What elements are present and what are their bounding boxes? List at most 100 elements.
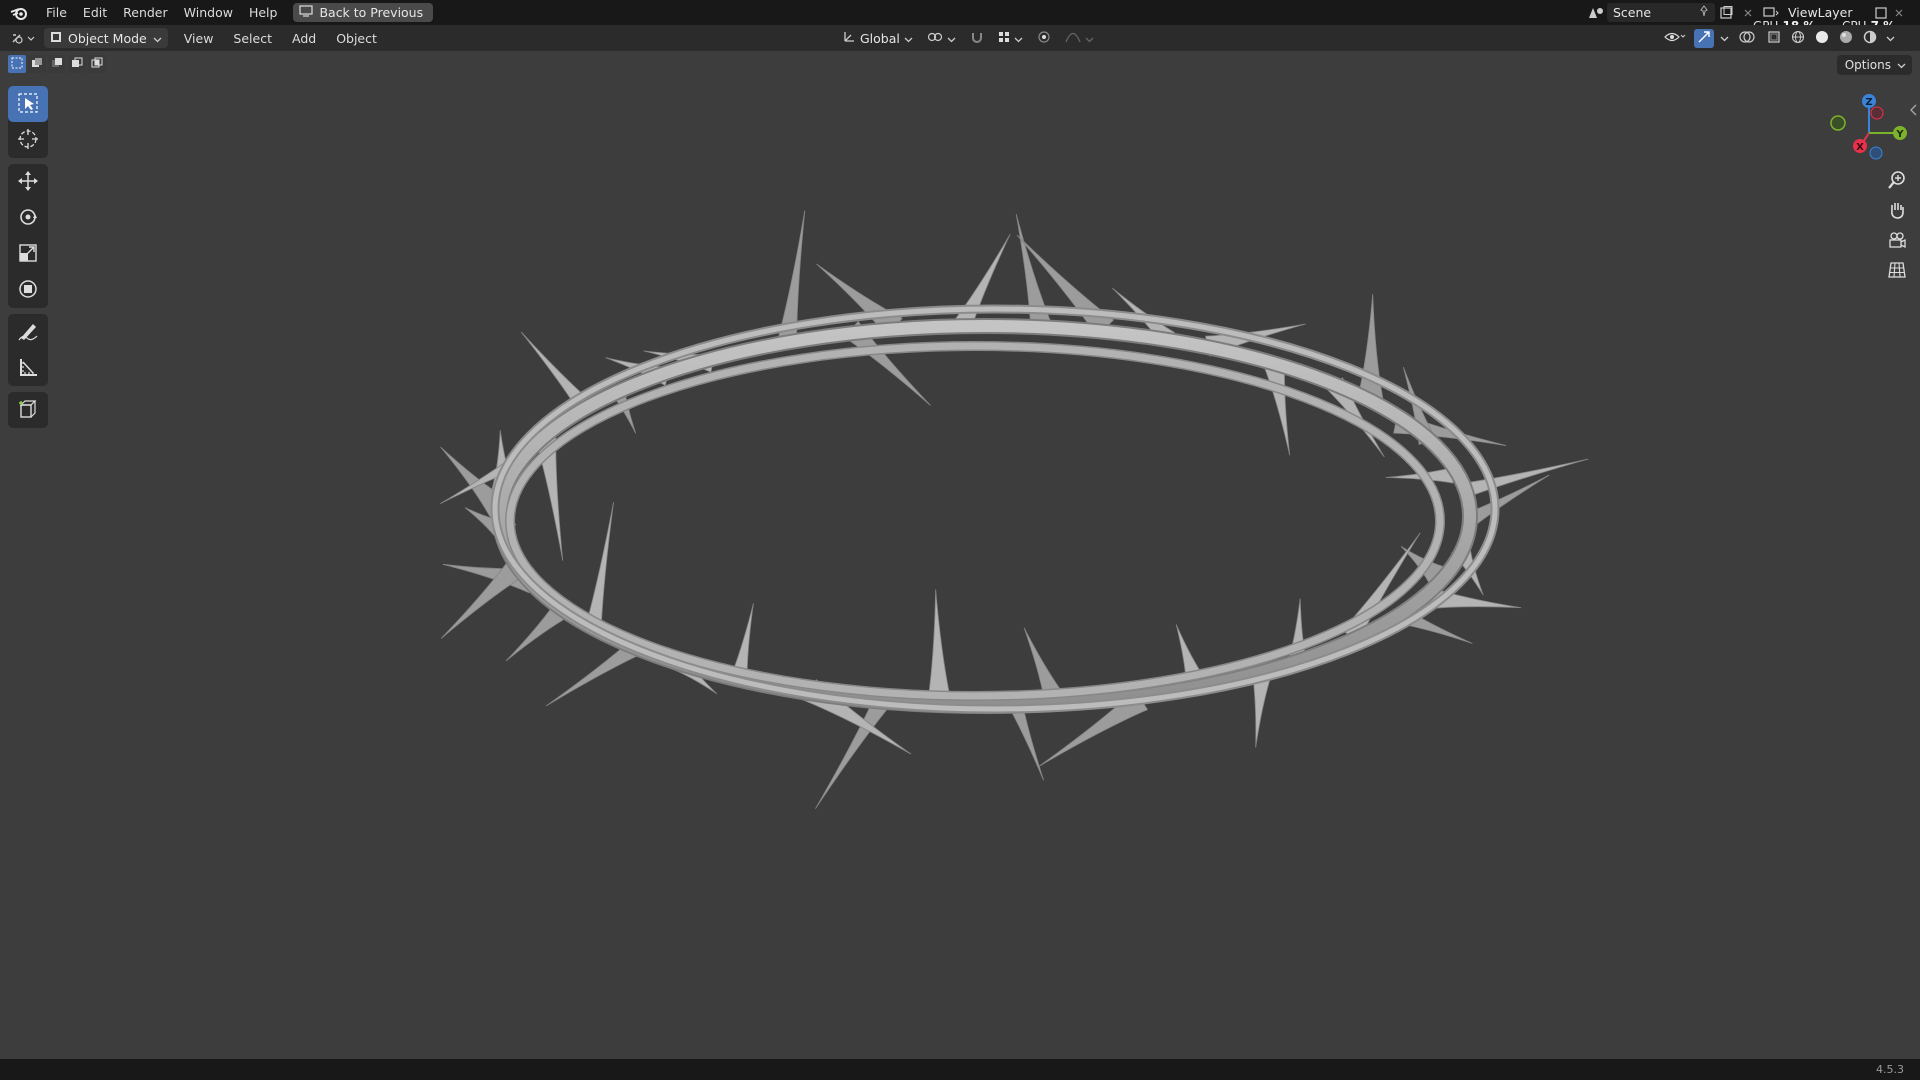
transform-tools-group: Global [838,25,1098,51]
shading-dropdown[interactable] [1884,29,1896,48]
menu-view[interactable]: View [174,31,224,46]
sidebar-collapse-icon[interactable] [1910,104,1918,119]
rotate-icon [17,206,39,231]
status-bar: 4.5.3 [0,1059,1920,1080]
xray-toggle[interactable] [1764,29,1784,48]
version-label: 4.5.3 [1876,1063,1904,1076]
navigation-gizmo[interactable]: Z Y X [1826,88,1916,168]
pivot-link-icon [927,31,943,46]
move-tool[interactable] [8,164,48,200]
cursor-crosshair-icon [17,128,39,153]
scene-name: Scene [1613,5,1652,20]
select-invert-mode[interactable] [68,55,86,73]
menu-file[interactable]: File [38,0,75,25]
vine-strands [490,304,1500,714]
new-scene-icon[interactable] [1715,3,1737,22]
move-arrows-icon [17,170,39,195]
viewport-nav-tools [1883,169,1911,283]
select-box-icon [17,92,39,117]
menu-edit[interactable]: Edit [75,0,115,25]
toggle-perspective-button[interactable] [1883,259,1911,283]
transform-orientation-dropdown[interactable]: Global [838,28,917,48]
scene-name-field[interactable]: Scene [1607,3,1715,22]
chevron-down-icon [947,31,956,46]
orientation-axes-icon [842,30,856,47]
add-cube-icon [17,398,39,423]
grid-perspective-icon [1887,260,1907,283]
menu-help[interactable]: Help [241,0,286,25]
thorn [585,502,614,627]
visibility-dropdown[interactable] [1660,29,1690,48]
tool-group-select [8,86,48,158]
magnet-icon [970,30,984,47]
editor-type-icon[interactable] [8,29,38,48]
object-mode-icon [50,31,62,46]
select-invert-icon [71,57,83,72]
3d-viewport[interactable] [0,51,1920,1059]
y-axis-label: Y [1895,129,1904,140]
neg-x-axis-handle[interactable] [1870,106,1884,120]
eye-icon [1664,31,1686,46]
object-mode-dropdown[interactable]: Object Mode [44,28,168,48]
material-shading-button[interactable] [1836,29,1856,48]
menu-window[interactable]: Window [176,0,241,25]
x-axis-label: X [1856,142,1864,153]
annotate-tool[interactable] [8,314,48,350]
select-new-mode[interactable] [8,55,26,73]
zoom-view-button[interactable] [1883,169,1911,193]
falloff-dropdown[interactable] [1061,28,1098,48]
chevron-down-icon [904,31,913,46]
neg-z-axis-handle[interactable] [1869,146,1883,160]
pan-view-button[interactable] [1883,199,1911,223]
thorn [1263,362,1291,456]
select-new-icon [11,57,23,72]
tool-group-add [8,392,48,428]
viewport-display-group [1660,25,1896,51]
snap-toggle[interactable] [966,28,988,48]
snap-target-dropdown[interactable] [994,28,1027,48]
crown-of-thorns-model[interactable] [0,51,1920,1059]
pin-icon[interactable] [1699,5,1709,20]
select-box-tool[interactable] [8,86,48,122]
blender-logo-icon[interactable] [8,4,30,22]
options-label: Options [1844,58,1891,72]
camera-view-button[interactable] [1883,229,1911,253]
back-to-previous-button[interactable]: Back to Previous [293,3,434,22]
menu-render[interactable]: Render [115,0,176,25]
rendered-shading-button[interactable] [1860,29,1880,48]
wireframe-shading-button[interactable] [1788,29,1808,48]
rotate-tool[interactable] [8,200,48,236]
menu-add[interactable]: Add [282,31,326,46]
select-intersect-icon [91,57,103,72]
options-dropdown[interactable]: Options [1836,55,1912,75]
pivot-point-dropdown[interactable] [923,28,960,48]
scale-tool[interactable] [8,236,48,272]
measure-tool[interactable] [8,350,48,386]
rendered-sphere-icon [1863,30,1877,47]
select-extend-mode[interactable] [28,55,46,73]
thorn-group [440,210,1589,809]
gizmo-dropdown[interactable] [1718,29,1730,48]
tool-group-annotate [8,314,48,386]
menu-object[interactable]: Object [326,31,387,46]
cursor-tool[interactable] [8,122,48,158]
xray-icon [1767,30,1781,47]
solid-shading-button[interactable] [1812,29,1832,48]
menu-select[interactable]: Select [223,31,282,46]
overlays-toggle[interactable] [1734,29,1760,48]
add-cube-tool[interactable] [8,392,48,428]
hand-icon [1887,200,1907,223]
transform-tool[interactable] [8,272,48,308]
scene-icon[interactable] [1585,3,1607,22]
gizmo-arrow-icon [1697,30,1711,47]
wireframe-sphere-icon [1791,30,1805,47]
proportional-editing-toggle[interactable] [1033,28,1055,48]
chevron-down-icon [1897,58,1906,72]
neg-y-axis-handle[interactable] [1830,115,1846,131]
select-subtract-mode[interactable] [48,55,66,73]
pencil-icon [17,320,39,345]
overlays-icon [1739,30,1755,47]
select-intersect-mode[interactable] [88,55,106,73]
camera-icon [1887,230,1907,253]
gizmo-toggle[interactable] [1694,28,1714,48]
